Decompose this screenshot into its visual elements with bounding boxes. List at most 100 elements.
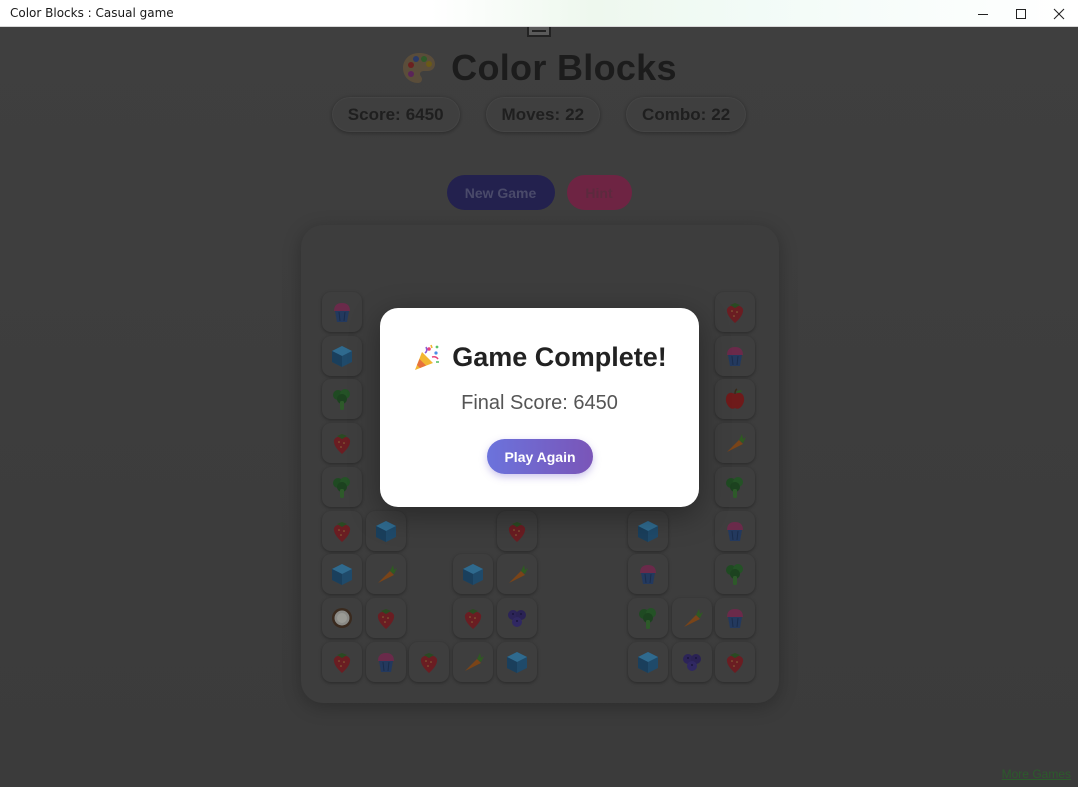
score-badge: Score: 6450 [331,97,460,132]
board-cell-apple[interactable] [715,379,755,419]
coconut-icon [332,608,352,628]
broccoli-icon [333,477,350,498]
carrot-icon [727,434,746,452]
strawberry-icon [726,653,744,673]
carrot-icon [684,609,703,627]
carrot-icon [378,565,397,583]
board-cell-strawberry[interactable] [322,423,362,463]
window-titlebar: Color Blocks : Casual game [0,0,1078,27]
score-value: 6450 [405,104,444,124]
board-cell-strawberry[interactable] [366,598,406,638]
blueberries-icon [508,610,526,627]
dialog-header: Game Complete! [380,342,699,373]
hint-button[interactable]: Hint [566,175,632,210]
strawberry-icon [333,434,351,454]
board-cell-blueberries[interactable] [672,642,712,682]
board-cell-cupcake[interactable] [628,554,668,594]
board-cell-cupcake[interactable] [366,642,406,682]
maximize-icon [1016,8,1026,19]
stats-bar: Score: 6450 Moves: 22 Combo: 22 [0,97,1078,132]
close-button[interactable] [1040,0,1078,27]
final-score-label: Final Score: [461,392,568,414]
strawberry-icon [420,653,438,673]
board-cell-carrot[interactable] [497,554,537,594]
cube-icon [376,521,396,542]
cupcake-icon [334,303,350,322]
final-score-value: 6450 [573,392,618,414]
board-cell-cupcake[interactable] [715,336,755,376]
strawberry-icon [726,303,744,323]
board-cell-carrot[interactable] [672,598,712,638]
cube-icon [507,652,527,673]
board-cell-broccoli[interactable] [322,467,362,507]
board-cell-broccoli[interactable] [322,379,362,419]
board-cell-strawberry[interactable] [497,511,537,551]
board-cell-strawberry[interactable] [322,642,362,682]
apple-icon [725,388,745,409]
board-cell-strawberry[interactable] [715,642,755,682]
board-cell-cube[interactable] [366,511,406,551]
minimize-icon [978,13,988,15]
board-cell-cube[interactable] [628,642,668,682]
board-cell-cupcake[interactable] [715,511,755,551]
blueberries-icon [683,654,701,671]
broccoli-icon [639,608,656,629]
board-cell-strawberry[interactable] [322,511,362,551]
broccoli-icon [726,477,743,498]
board-cell-strawberry[interactable] [409,642,449,682]
board-cell-coconut[interactable] [322,598,362,638]
board-cell-cube[interactable] [453,554,493,594]
play-again-button[interactable]: Play Again [487,439,593,474]
board-cell-strawberry[interactable] [453,598,493,638]
cube-icon [638,652,658,673]
cupcake-icon [640,565,656,584]
dialog-title: Game Complete! [452,342,667,372]
cupcake-icon [727,347,743,366]
board-cell-strawberry[interactable] [715,292,755,332]
score-label: Score: [347,104,401,124]
board-cell-broccoli[interactable] [715,554,755,594]
strawberry-icon [377,609,395,629]
board-cell-cube[interactable] [322,554,362,594]
game-title: Color Blocks [451,47,677,88]
board-cell-cube[interactable] [497,642,537,682]
board-cell-carrot[interactable] [453,642,493,682]
cube-icon [463,564,483,585]
new-game-button[interactable]: New Game [446,175,555,210]
board-cell-cupcake[interactable] [322,292,362,332]
maximize-button[interactable] [1002,0,1040,27]
carrot-icon [509,565,528,583]
board-cell-blueberries[interactable] [497,598,537,638]
drag-handle[interactable] [527,27,551,37]
game-controls: New Game Hint [0,175,1078,210]
combo-label: Combo: [642,104,707,124]
palette-icon [403,53,436,83]
cupcake-icon [727,522,743,541]
board-cell-cube[interactable] [322,336,362,376]
board-cell-broccoli[interactable] [628,598,668,638]
game-complete-dialog: Game Complete! Final Score: 6450 Play Ag… [380,308,699,507]
strawberry-icon [333,653,351,673]
moves-label: Moves: [501,104,561,124]
combo-badge: Combo: 22 [626,97,747,132]
moves-value: 22 [565,104,585,124]
close-icon [1053,8,1065,19]
broccoli-icon [333,389,350,410]
board-cell-carrot[interactable] [715,423,755,463]
strawberry-icon [333,522,351,542]
board-cell-carrot[interactable] [366,554,406,594]
cube-icon [638,521,658,542]
strawberry-icon [508,522,526,542]
cupcake-icon [727,609,743,628]
game-header: Color Blocks [0,47,1078,89]
board-cell-cube[interactable] [628,511,668,551]
minimize-button[interactable] [964,0,1002,27]
board-cell-cupcake[interactable] [715,598,755,638]
more-games-link[interactable]: More Games [1002,767,1071,781]
broccoli-icon [726,564,743,585]
final-score: Final Score: 6450 [380,392,699,415]
party-popper-icon [415,344,440,370]
moves-badge: Moves: 22 [485,97,601,132]
board-cell-broccoli[interactable] [715,467,755,507]
carrot-icon [465,653,484,671]
